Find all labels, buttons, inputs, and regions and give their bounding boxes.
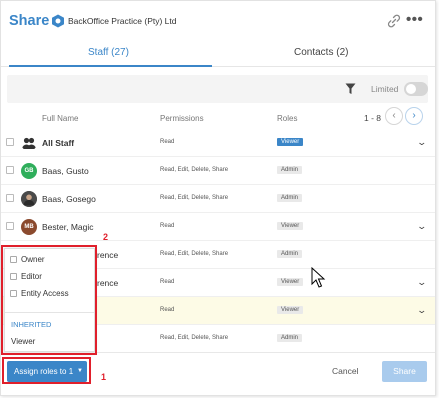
role-badge[interactable]: Admin <box>277 250 303 258</box>
row-permissions: Read, Edit, Delete, Share <box>160 195 229 201</box>
expand-chevron-icon[interactable]: ⌄ <box>416 277 427 288</box>
dialog-header: Share BackOffice Practice (Pty) Ltd ••• <box>1 1 435 41</box>
row-name: rence <box>97 278 119 288</box>
expand-chevron-icon[interactable]: ⌄ <box>416 221 427 232</box>
row-checkbox[interactable] <box>6 138 14 146</box>
row-permissions: Read, Edit, Delete, Share <box>160 251 229 257</box>
row-name: Baas, Gusto <box>42 166 89 176</box>
row-name: All Staff <box>42 138 75 148</box>
row-permissions: Read, Edit, Delete, Share <box>160 335 229 341</box>
row-permissions: Read <box>160 223 175 229</box>
pager-range: 1 - 8 <box>364 113 382 123</box>
avatar: GB <box>21 163 37 179</box>
row-permissions: Read <box>160 279 175 285</box>
role-badge[interactable]: Viewer <box>277 222 304 230</box>
dialog-title: Share <box>9 13 50 29</box>
row-name: Bester, Magic <box>42 222 94 232</box>
table-row[interactable]: All Staff Read Viewer ⌄ <box>1 129 435 157</box>
column-header-full-name: Full Name <box>42 114 79 123</box>
previous-page-button[interactable]: ‹ <box>385 107 403 125</box>
limited-toggle[interactable] <box>404 82 428 96</box>
more-options-icon[interactable]: ••• <box>406 11 423 28</box>
filter-icon[interactable] <box>345 83 356 95</box>
annotation-box-2 <box>1 245 97 355</box>
organization-icon <box>52 14 64 28</box>
link-icon[interactable] <box>386 13 402 29</box>
row-name: rence <box>97 250 119 260</box>
next-page-button[interactable]: › <box>405 107 423 125</box>
role-badge[interactable]: Viewer <box>277 306 304 314</box>
table-row[interactable]: Baas, Gosego Read, Edit, Delete, Share A… <box>1 185 435 213</box>
organization-name: BackOffice Practice (Pty) Ltd <box>68 16 177 26</box>
tab-bar: Staff (27) Contacts (2) <box>1 41 435 67</box>
role-badge[interactable]: Viewer <box>277 138 304 146</box>
tab-contacts[interactable]: Contacts (2) <box>294 47 348 58</box>
search-input[interactable] <box>13 79 343 99</box>
table-row[interactable]: MB Bester, Magic Read Viewer ⌄ <box>1 213 435 241</box>
table-row[interactable]: GB Baas, Gusto Read, Edit, Delete, Share… <box>1 157 435 185</box>
toggle-knob <box>406 84 416 94</box>
limited-label: Limited <box>371 84 399 94</box>
mouse-pointer-icon <box>311 267 326 288</box>
column-header-roles: Roles <box>277 114 298 123</box>
tab-staff[interactable]: Staff (27) <box>88 47 129 58</box>
expand-chevron-icon[interactable]: ⌄ <box>416 137 427 148</box>
row-checkbox[interactable] <box>6 194 14 202</box>
row-permissions: Read, Edit, Delete, Share <box>160 167 229 173</box>
annotation-box-1 <box>2 357 91 384</box>
row-checkbox[interactable] <box>6 166 14 174</box>
row-name: Baas, Gosego <box>42 194 96 204</box>
avatar-photo <box>21 191 37 207</box>
active-tab-indicator <box>9 65 212 67</box>
row-permissions: Read <box>160 307 175 313</box>
expand-chevron-icon[interactable]: ⌄ <box>416 305 427 316</box>
role-badge[interactable]: Viewer <box>277 278 304 286</box>
group-icon <box>22 137 36 149</box>
role-badge[interactable]: Admin <box>277 194 303 202</box>
row-checkbox[interactable] <box>6 222 14 230</box>
annotation-number-1: 1 <box>101 372 107 382</box>
share-button[interactable]: Share <box>382 361 427 382</box>
role-badge[interactable]: Admin <box>277 166 303 174</box>
filter-bar: Limited <box>7 75 428 103</box>
role-badge[interactable]: Admin <box>277 334 303 342</box>
annotation-number-2: 2 <box>103 232 109 242</box>
column-header-permissions: Permissions <box>160 114 204 123</box>
row-permissions: Read <box>160 139 175 145</box>
cancel-button[interactable]: Cancel <box>332 366 358 376</box>
avatar: MB <box>21 219 37 235</box>
